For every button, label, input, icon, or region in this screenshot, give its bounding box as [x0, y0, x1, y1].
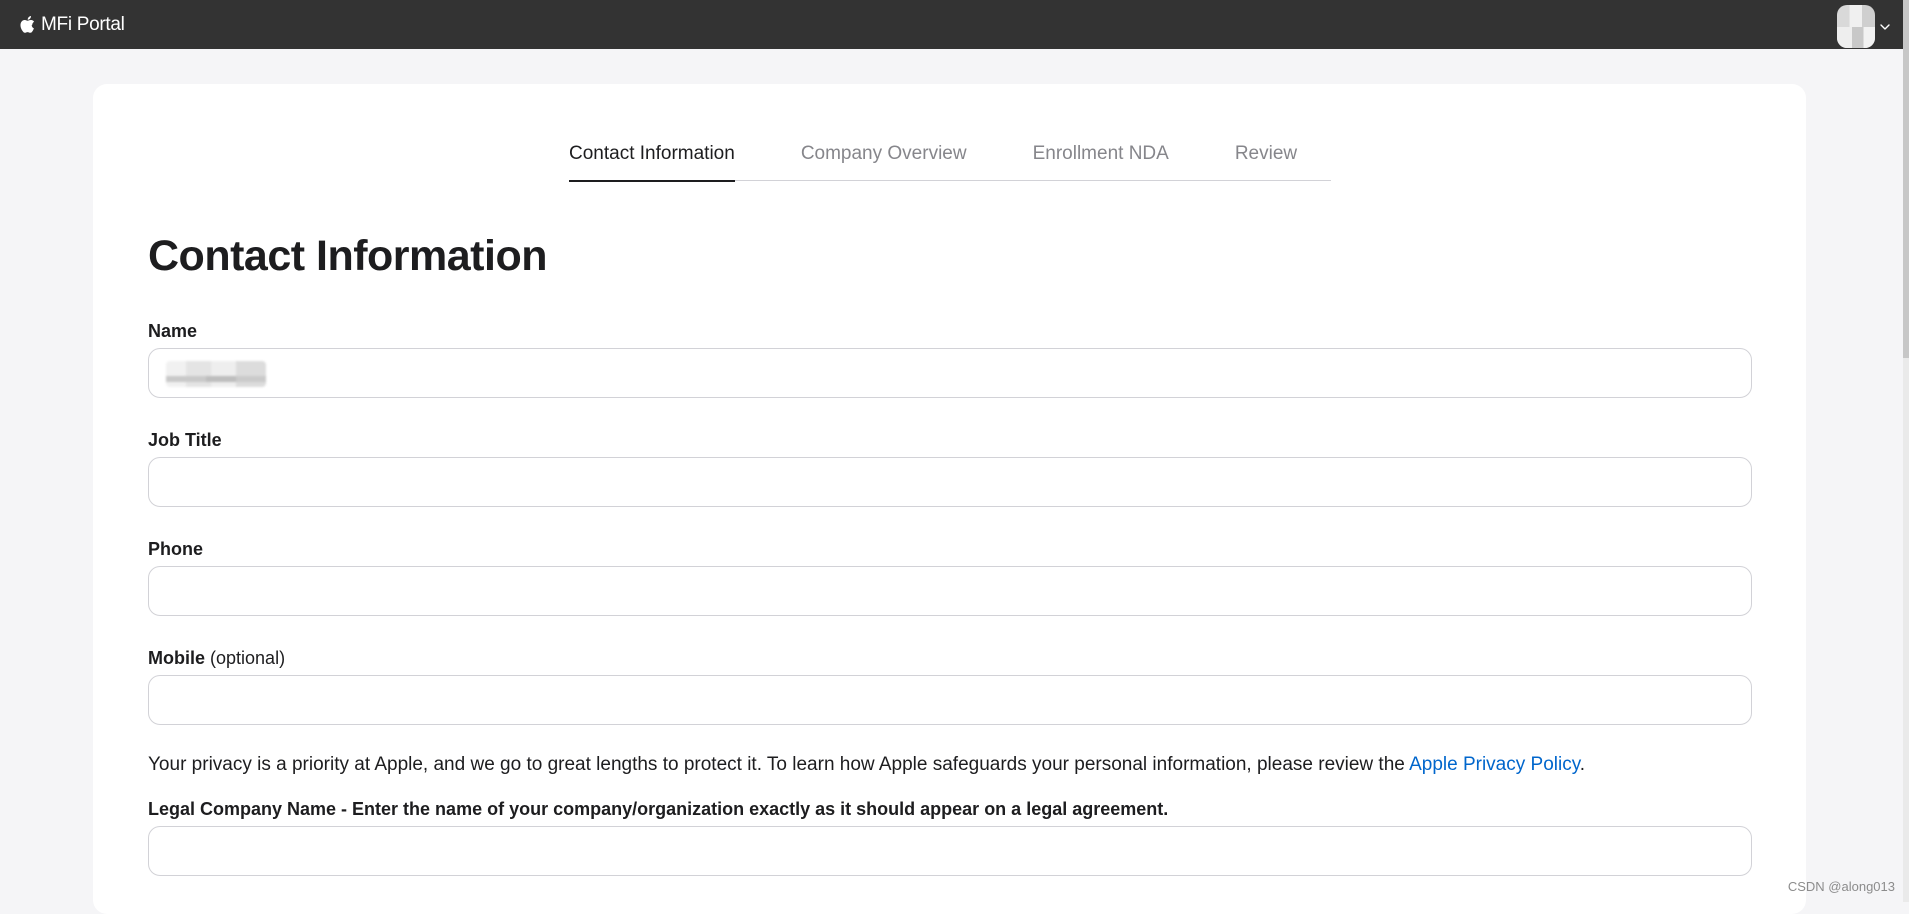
mobile-label-row: Mobile (optional)	[148, 647, 1752, 669]
phone-input[interactable]	[148, 566, 1752, 616]
avatar[interactable]	[1837, 5, 1875, 48]
page-title: Contact Information	[148, 232, 547, 281]
job-title-field-group: Job Title	[148, 429, 1752, 507]
account-menu-button[interactable]	[1837, 5, 1891, 48]
scrollbar-thumb[interactable]	[1903, 0, 1909, 358]
name-input[interactable]	[148, 348, 1752, 398]
redacted-name-value	[166, 361, 266, 387]
page-scrollbar[interactable]	[1903, 0, 1909, 902]
tab-review[interactable]: Review	[1235, 141, 1297, 181]
tab-contact-information[interactable]: Contact Information	[569, 141, 735, 181]
step-tabs: Contact Information Company Overview Enr…	[569, 141, 1331, 181]
mobile-input[interactable]	[148, 675, 1752, 725]
top-navigation-bar: MFi Portal	[0, 0, 1903, 49]
brand-name: MFi Portal	[41, 14, 125, 36]
privacy-notice-text: Your privacy is a priority at Apple, and…	[148, 754, 1409, 775]
watermark: CSDN @along013	[1788, 879, 1895, 894]
apple-logo-icon	[19, 15, 35, 34]
privacy-notice: Your privacy is a priority at Apple, and…	[148, 754, 1585, 776]
legal-company-name-label: Legal Company Name - Enter the name of y…	[148, 798, 1752, 820]
tab-enrollment-nda[interactable]: Enrollment NDA	[1033, 141, 1169, 181]
legal-company-name-field-group: Legal Company Name - Enter the name of y…	[148, 798, 1752, 876]
tab-company-overview[interactable]: Company Overview	[801, 141, 967, 181]
name-label: Name	[148, 320, 1752, 342]
phone-label: Phone	[148, 538, 1752, 560]
apple-privacy-policy-link[interactable]: Apple Privacy Policy	[1409, 754, 1580, 775]
job-title-input[interactable]	[148, 457, 1752, 507]
enrollment-form-card: Contact Information Company Overview Enr…	[93, 84, 1806, 914]
brand[interactable]: MFi Portal	[19, 14, 125, 36]
legal-company-name-input[interactable]	[148, 826, 1752, 876]
mobile-optional-note: (optional)	[210, 648, 285, 668]
job-title-label: Job Title	[148, 429, 1752, 451]
mobile-label: Mobile	[148, 648, 205, 668]
chevron-down-icon	[1879, 21, 1891, 33]
mobile-field-group: Mobile (optional)	[148, 647, 1752, 725]
phone-field-group: Phone	[148, 538, 1752, 616]
privacy-notice-suffix: .	[1580, 754, 1585, 775]
name-field-group: Name	[148, 320, 1752, 398]
